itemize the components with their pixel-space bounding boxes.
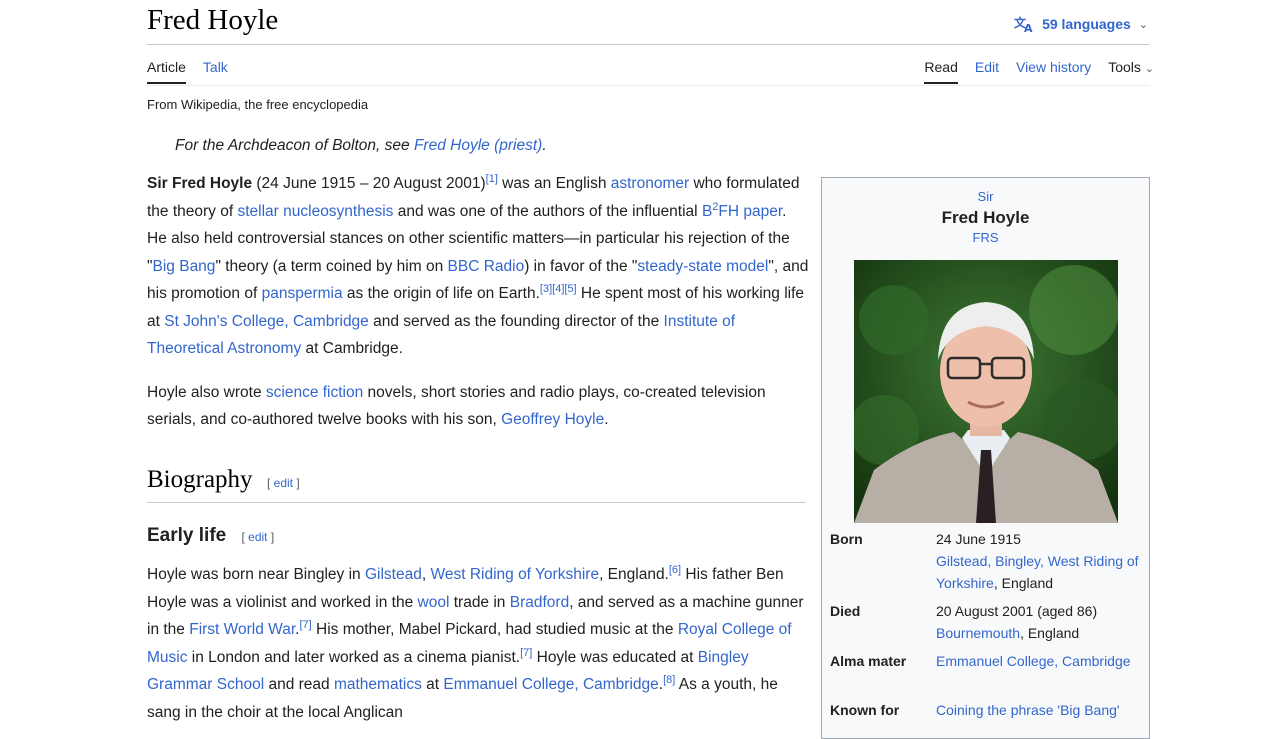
link-emmanuel-college[interactable]: Emmanuel College, Cambridge bbox=[443, 676, 658, 693]
link-mathematics[interactable]: mathematics bbox=[334, 676, 422, 693]
view-tabs: Read Edit View history Tools ⌄ bbox=[924, 59, 1154, 84]
chevron-down-icon: ⌄ bbox=[1138, 18, 1148, 31]
tab-talk[interactable]: Talk bbox=[203, 59, 228, 84]
section-heading-early-life: Early life [ edit ] bbox=[147, 525, 275, 546]
alma-mater-link[interactable]: Emmanuel College, Cambridge bbox=[936, 653, 1131, 669]
infobox: Sir Fred Hoyle FRS Born 24 June 1915 Gil… bbox=[821, 177, 1150, 739]
tab-view-history[interactable]: View history bbox=[1016, 59, 1091, 84]
tabs-divider bbox=[147, 85, 1150, 86]
infobox-row-died: Died 20 August 2001 (aged 86) Bournemouth… bbox=[830, 603, 1098, 641]
svg-text:A: A bbox=[1024, 22, 1033, 33]
section-edit-link[interactable]: [ edit ] bbox=[267, 476, 300, 490]
link-bbc-radio[interactable]: BBC Radio bbox=[448, 258, 525, 275]
translate-icon: 文 A bbox=[1014, 15, 1033, 33]
early-life-paragraph: Hoyle was born near Bingley in Gilstead,… bbox=[147, 563, 804, 721]
link-science-fiction[interactable]: science fiction bbox=[266, 384, 363, 401]
section-edit-link[interactable]: [ edit ] bbox=[242, 530, 275, 544]
link-st-johns-college[interactable]: St John's College, Cambridge bbox=[164, 313, 369, 330]
site-tagline: From Wikipedia, the free encyclopedia bbox=[147, 97, 369, 112]
tools-menu[interactable]: Tools ⌄ bbox=[1108, 59, 1154, 84]
link-panspermia[interactable]: panspermia bbox=[262, 285, 343, 302]
portrait-photo[interactable] bbox=[854, 260, 1118, 523]
section-heading-biography: Biography [ edit ] bbox=[147, 466, 806, 503]
link-gilstead[interactable]: Gilstead bbox=[365, 566, 422, 583]
tools-label: Tools bbox=[1108, 59, 1141, 75]
link-first-world-war[interactable]: First World War bbox=[189, 621, 295, 638]
article-lead: Sir Fred Hoyle (24 June 1915 – 20 August… bbox=[147, 170, 809, 450]
title-divider bbox=[147, 44, 1150, 45]
infobox-honorific-suffix[interactable]: FRS bbox=[822, 230, 1149, 245]
infobox-row-born: Born 24 June 1915 Gilstead, Bingley, West… bbox=[830, 531, 1139, 591]
infobox-honorific-prefix[interactable]: Sir bbox=[822, 189, 1149, 204]
lead-paragraph-2: Hoyle also wrote science fiction novels,… bbox=[147, 383, 766, 429]
link-astronomer[interactable]: astronomer bbox=[611, 175, 689, 192]
infobox-row-known-for: Known for Coining the phrase 'Big Bang' bbox=[830, 702, 1120, 718]
lead-paragraph-1: Sir Fred Hoyle (24 June 1915 – 20 August… bbox=[147, 172, 809, 357]
link-geoffrey-hoyle[interactable]: Geoffrey Hoyle bbox=[501, 411, 604, 428]
namespace-tabs: Article Talk bbox=[147, 59, 228, 84]
link-west-riding[interactable]: West Riding of Yorkshire bbox=[430, 566, 599, 583]
chevron-down-icon: ⌄ bbox=[1144, 63, 1154, 75]
languages-label: 59 languages bbox=[1042, 16, 1131, 32]
link-steady-state-model[interactable]: steady-state model bbox=[637, 258, 768, 275]
tab-article[interactable]: Article bbox=[147, 59, 186, 84]
link-bradford[interactable]: Bradford bbox=[510, 594, 569, 611]
died-place-link[interactable]: Bournemouth bbox=[936, 625, 1020, 641]
hatnote: For the Archdeacon of Bolton, see Fred H… bbox=[175, 137, 547, 154]
known-for-link[interactable]: Coining the phrase 'Big Bang' bbox=[936, 702, 1120, 718]
link-b2fh-paper[interactable]: B2FH paper bbox=[702, 201, 782, 220]
infobox-row-alma-mater: Alma mater Emmanuel College, Cambridge bbox=[830, 653, 1131, 669]
language-selector[interactable]: 文 A 59 languages ⌄ bbox=[1014, 15, 1148, 33]
tab-read[interactable]: Read bbox=[924, 59, 959, 84]
link-big-bang[interactable]: Big Bang bbox=[153, 258, 216, 275]
infobox-name: Fred Hoyle bbox=[941, 208, 1030, 227]
link-wool[interactable]: wool bbox=[418, 594, 450, 611]
link-stellar-nucleosynthesis[interactable]: stellar nucleosynthesis bbox=[237, 203, 393, 220]
tab-edit[interactable]: Edit bbox=[975, 59, 999, 84]
page-title: Fred Hoyle bbox=[147, 4, 279, 36]
hatnote-link[interactable]: Fred Hoyle (priest) bbox=[414, 137, 542, 154]
